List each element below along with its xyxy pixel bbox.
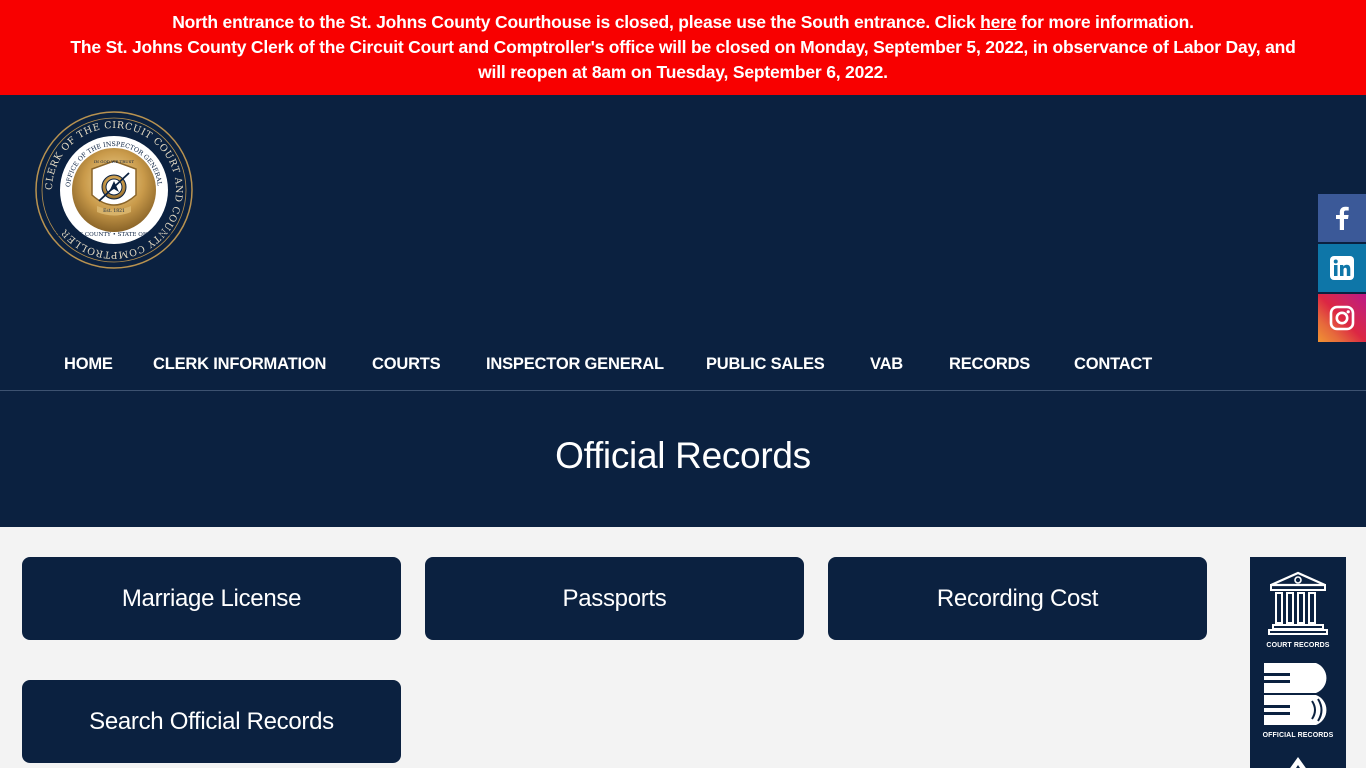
- svg-text:IN GOD WE TRUST: IN GOD WE TRUST: [94, 159, 134, 164]
- search-official-records-button[interactable]: Search Official Records: [22, 680, 401, 763]
- facebook-icon: [1336, 206, 1349, 230]
- alert-line-2: The St. Johns County Clerk of the Circui…: [70, 37, 1296, 57]
- page-title: Official Records: [555, 435, 811, 476]
- nav-contact[interactable]: CONTACT: [1074, 355, 1152, 374]
- court-records-link[interactable]: COURT RECORDS: [1250, 567, 1346, 649]
- courthouse-icon: [1268, 571, 1328, 635]
- more-records-link[interactable]: [1250, 755, 1346, 768]
- social-links: [1318, 194, 1366, 344]
- nav-inspector-general[interactable]: INSPECTOR GENERAL: [486, 355, 664, 374]
- alert-line-1-text: North entrance to the St. Johns County C…: [172, 12, 981, 32]
- official-records-link[interactable]: OFFICIAL RECORDS: [1250, 661, 1346, 739]
- recording-cost-button[interactable]: Recording Cost: [828, 557, 1207, 640]
- arrow-up-icon: [1290, 757, 1306, 768]
- nav-clerk-information[interactable]: CLERK INFORMATION: [153, 355, 326, 374]
- alert-line-3: will reopen at 8am on Tuesday, September…: [478, 62, 888, 82]
- passports-button[interactable]: Passports: [425, 557, 804, 640]
- clerk-seal-logo[interactable]: CLERK OF THE CIRCUIT COURT AND COUNTY CO…: [35, 111, 193, 269]
- site-header: CLERK OF THE CIRCUIT COURT AND COUNTY CO…: [0, 95, 1366, 527]
- svg-text:ST. JOHNS COUNTY • STATE OF FL: ST. JOHNS COUNTY • STATE OF FLORIDA: [52, 232, 176, 238]
- nav-records[interactable]: RECORDS: [949, 355, 1030, 374]
- linkedin-link[interactable]: [1318, 244, 1366, 292]
- nav-public-sales[interactable]: PUBLIC SALES: [706, 355, 825, 374]
- nav-vab[interactable]: VAB: [870, 355, 903, 374]
- quick-links-panel: COURT RECORDS OFFICIAL RECORDS: [1250, 557, 1346, 768]
- svg-text:Est. 1821: Est. 1821: [103, 208, 125, 214]
- alert-here-link[interactable]: here: [980, 12, 1016, 32]
- instagram-link[interactable]: [1318, 294, 1366, 342]
- instagram-icon: [1329, 305, 1355, 331]
- nav-courts[interactable]: COURTS: [372, 355, 441, 374]
- alert-banner: North entrance to the St. Johns County C…: [0, 0, 1366, 95]
- nav-home[interactable]: HOME: [64, 355, 113, 374]
- linkedin-icon: [1330, 256, 1354, 280]
- official-records-label: OFFICIAL RECORDS: [1262, 732, 1334, 739]
- alert-line-1-end: for more information.: [1016, 12, 1194, 32]
- facebook-link[interactable]: [1318, 194, 1366, 242]
- court-records-label: COURT RECORDS: [1266, 642, 1330, 649]
- marriage-license-button[interactable]: Marriage License: [22, 557, 401, 640]
- seal-icon: CLERK OF THE CIRCUIT COURT AND COUNTY CO…: [35, 111, 193, 269]
- books-icon: [1264, 663, 1329, 725]
- main-nav: HOME CLERK INFORMATION COURTS INSPECTOR …: [0, 345, 1366, 391]
- alert-line-1: North entrance to the St. Johns County C…: [0, 10, 1366, 35]
